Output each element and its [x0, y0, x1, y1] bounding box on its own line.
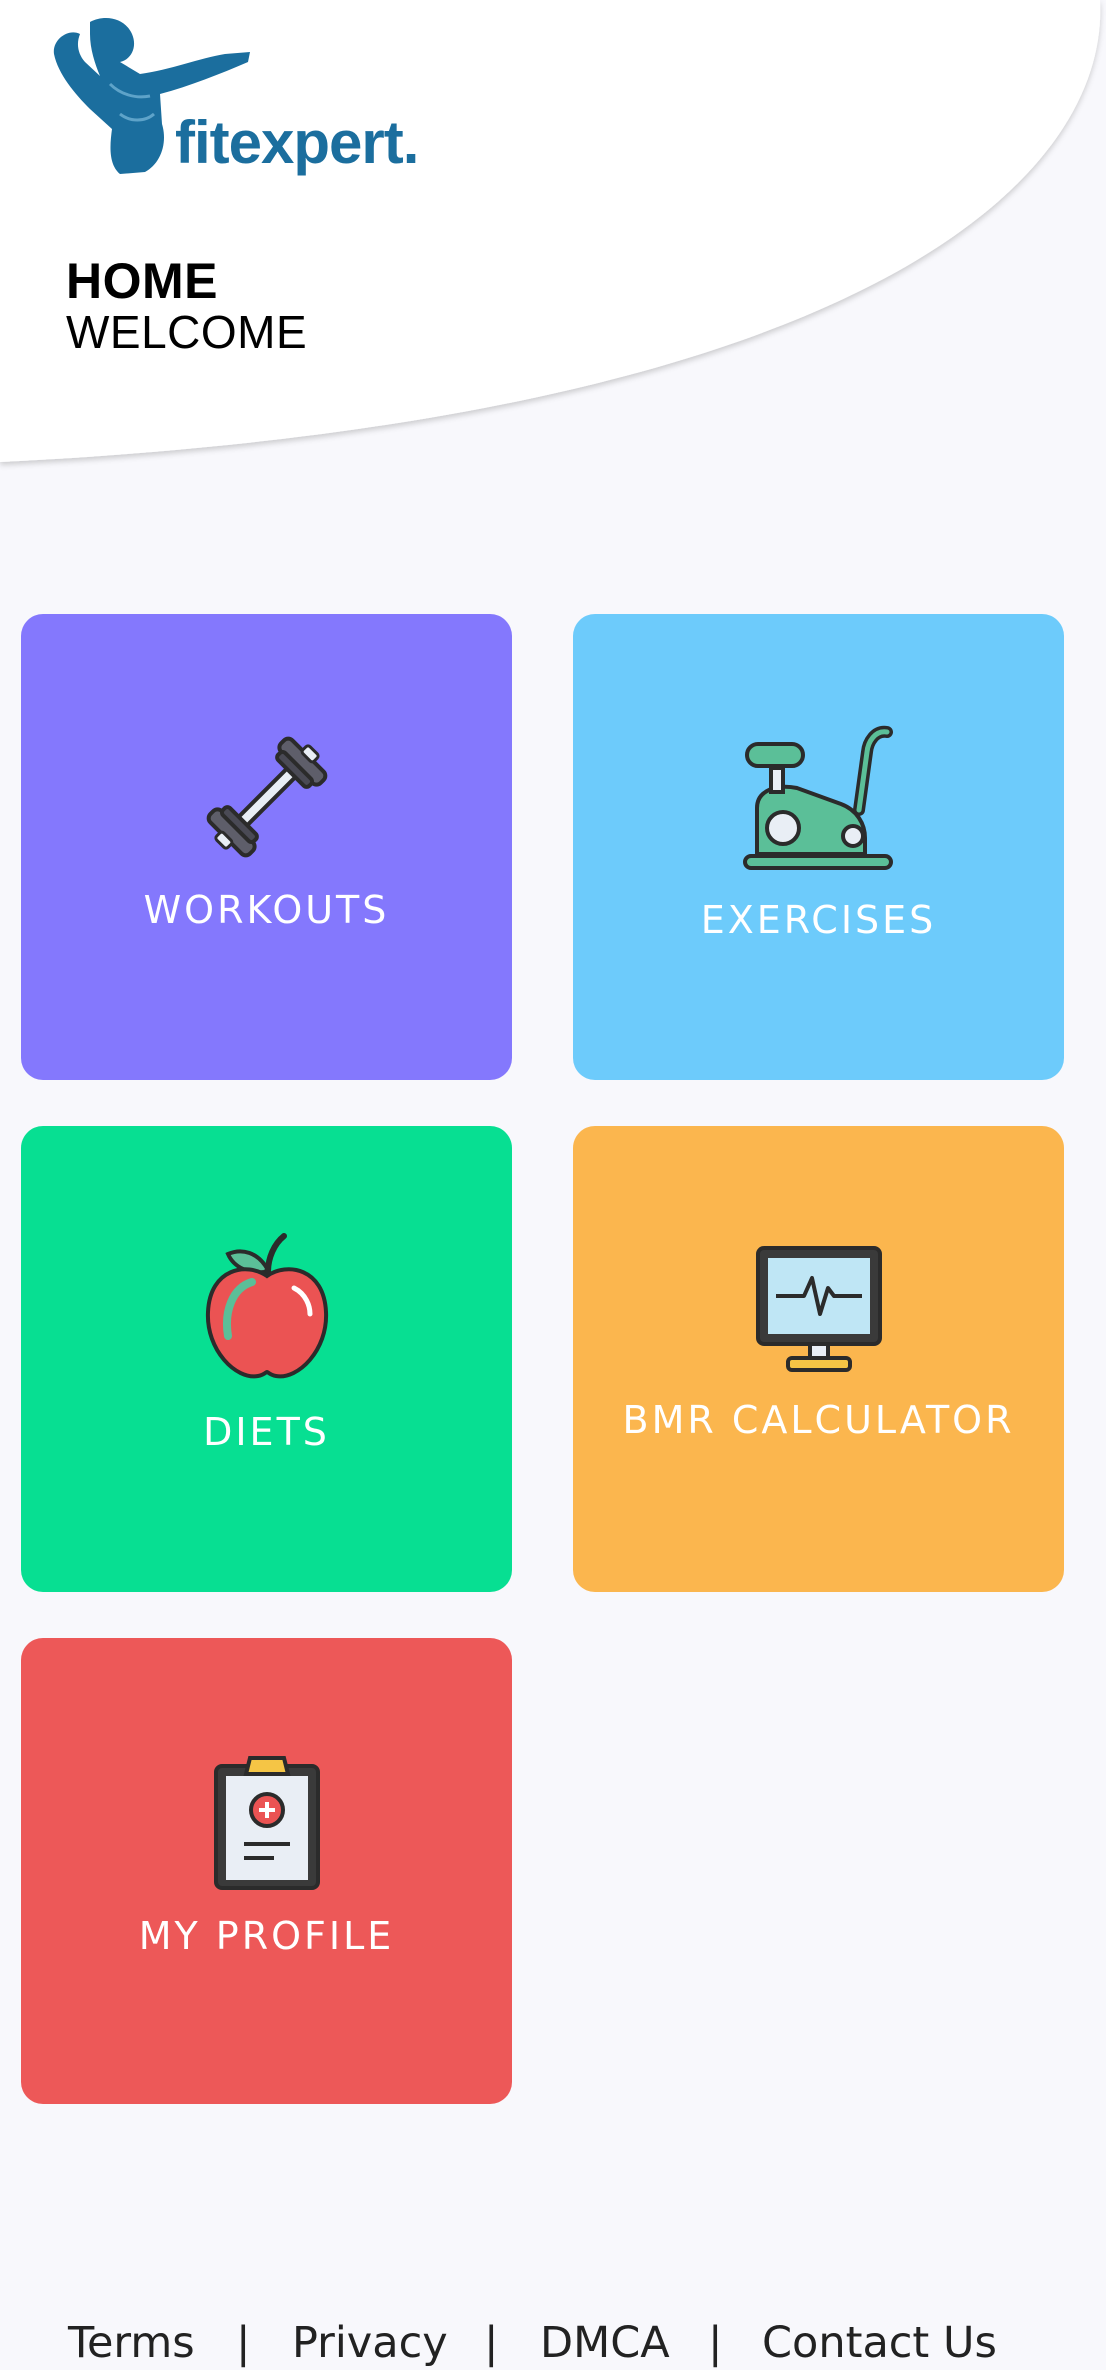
logo-wordmark: fitexpert. — [175, 109, 419, 176]
page-subtitle: WELCOME — [66, 306, 308, 358]
fitexpert-logo: fitexpert. — [50, 14, 450, 184]
diets-label: DIETS — [203, 1410, 330, 1454]
footer-link-terms[interactable]: Terms — [68, 2318, 195, 2368]
exercises-tile[interactable]: EXERCISES — [573, 614, 1064, 1080]
clipboard-profile-icon — [213, 1756, 320, 1890]
footer-links: Terms | Privacy | DMCA | Contact Us — [0, 2318, 1106, 2370]
footer-link-contact-us[interactable]: Contact Us — [762, 2318, 997, 2368]
footer-separator: | — [236, 2318, 251, 2368]
footer-link-dmca[interactable]: DMCA — [540, 2318, 670, 2368]
footer-separator: | — [708, 2318, 723, 2368]
apple-icon — [205, 1233, 328, 1379]
page-title: HOME — [66, 253, 218, 309]
exercises-label: EXERCISES — [700, 898, 937, 942]
heart-monitor-icon — [755, 1246, 882, 1372]
dumbbell-icon — [206, 736, 327, 858]
bmr-calculator-tile[interactable]: BMR CALCULATOR — [573, 1126, 1064, 1592]
footer-separator: | — [484, 2318, 499, 2368]
my-profile-tile[interactable]: MY PROFILE — [21, 1638, 512, 2104]
exercise-bike-icon — [742, 725, 893, 870]
footer-link-privacy[interactable]: Privacy — [292, 2318, 448, 2368]
diets-tile[interactable]: DIETS — [21, 1126, 512, 1592]
bmr-calculator-label: BMR CALCULATOR — [622, 1398, 1015, 1442]
workouts-tile[interactable]: WORKOUTS — [21, 614, 512, 1080]
workouts-label: WORKOUTS — [143, 888, 390, 932]
my-profile-label: MY PROFILE — [138, 1914, 395, 1958]
